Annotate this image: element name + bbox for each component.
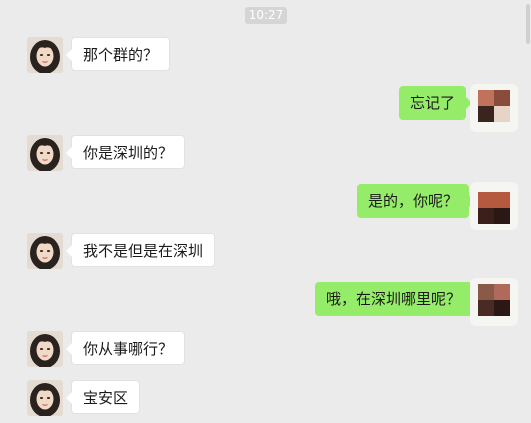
contact-avatar[interactable] xyxy=(27,233,63,269)
contact-avatar[interactable] xyxy=(27,331,63,367)
woman-portrait-icon xyxy=(27,380,63,416)
incoming-message-bubble[interactable]: 宝安区 xyxy=(65,380,141,414)
contact-avatar[interactable] xyxy=(27,380,63,416)
woman-portrait-icon xyxy=(27,331,63,367)
incoming-message-bubble[interactable]: 那个群的？ xyxy=(65,37,171,71)
contact-avatar[interactable] xyxy=(27,135,63,171)
chat-window: 10:27 那个群的？ 忘记了 你是深圳的？ 是的，你呢？ 我不是但是在深圳 哦… xyxy=(0,0,531,423)
own-avatar[interactable] xyxy=(478,284,510,316)
contact-avatar[interactable] xyxy=(27,37,63,73)
woman-portrait-icon xyxy=(27,135,63,171)
incoming-message-bubble[interactable]: 我不是但是在深圳 xyxy=(65,233,216,267)
outgoing-message-bubble[interactable]: 是的，你呢？ xyxy=(357,184,476,218)
own-avatar[interactable] xyxy=(478,192,510,224)
own-avatar[interactable] xyxy=(478,90,510,122)
incoming-message-bubble[interactable]: 你从事哪行？ xyxy=(65,331,186,365)
woman-portrait-icon xyxy=(27,233,63,269)
message-timestamp: 10:27 xyxy=(245,7,287,24)
scrollbar[interactable] xyxy=(525,0,531,423)
incoming-message-bubble[interactable]: 你是深圳的？ xyxy=(65,135,186,169)
outgoing-message-bubble[interactable]: 哦，在深圳哪里呢？ xyxy=(315,282,479,316)
scrollbar-thumb[interactable] xyxy=(526,4,530,44)
outgoing-message-bubble[interactable]: 忘记了 xyxy=(399,86,473,120)
woman-portrait-icon xyxy=(27,37,63,73)
